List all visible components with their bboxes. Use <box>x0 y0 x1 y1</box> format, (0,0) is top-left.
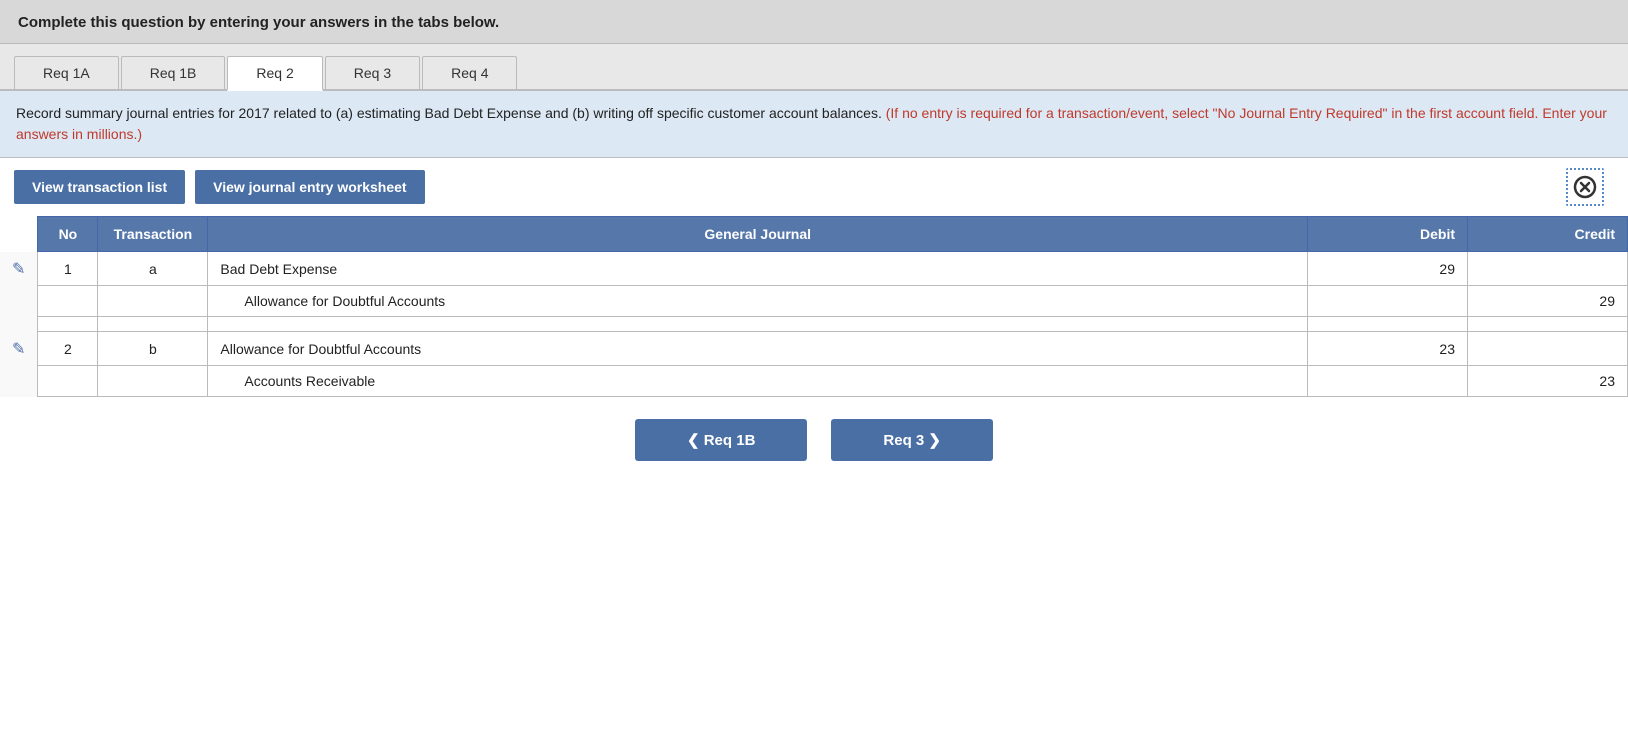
instruction-box: Record summary journal entries for 2017 … <box>0 91 1628 158</box>
row-transaction-2 <box>98 317 208 332</box>
edit-cell-1 <box>0 286 38 317</box>
edit-icon[interactable]: ✎ <box>12 259 25 279</box>
col-header-no: No <box>38 217 98 252</box>
row-general-journal-2[interactable] <box>208 317 1308 332</box>
tab-req2[interactable]: Req 2 <box>227 56 322 91</box>
row-no-4 <box>38 366 98 397</box>
row-credit-0[interactable] <box>1468 252 1628 286</box>
row-no-2 <box>38 317 98 332</box>
row-general-journal-4[interactable]: Accounts Receivable <box>208 366 1308 397</box>
edit-icon[interactable]: ✎ <box>12 339 25 359</box>
row-credit-1[interactable]: 29 <box>1468 286 1628 317</box>
row-general-journal-1[interactable]: Allowance for Doubtful Accounts <box>208 286 1308 317</box>
row-transaction-1 <box>98 286 208 317</box>
header-instruction: Complete this question by entering your … <box>18 14 1610 31</box>
row-credit-3[interactable] <box>1468 332 1628 366</box>
col-header-debit: Debit <box>1308 217 1468 252</box>
row-debit-1[interactable] <box>1308 286 1468 317</box>
view-transaction-list-button[interactable]: View transaction list <box>14 170 185 204</box>
row-no-3: 2 <box>38 332 98 366</box>
instruction-main: Record summary journal entries for 2017 … <box>16 105 882 121</box>
tab-req1a[interactable]: Req 1A <box>14 56 119 89</box>
journal-table: No Transaction General Journal Debit Cre… <box>0 216 1628 397</box>
toolbar: View transaction list View journal entry… <box>0 158 1628 216</box>
journal-table-wrapper: No Transaction General Journal Debit Cre… <box>0 216 1628 397</box>
tab-req3[interactable]: Req 3 <box>325 56 420 89</box>
edit-cell-2 <box>0 317 38 332</box>
row-no-0: 1 <box>38 252 98 286</box>
edit-cell-0[interactable]: ✎ <box>0 252 38 286</box>
row-general-journal-0[interactable]: Bad Debt Expense <box>208 252 1308 286</box>
row-no-1 <box>38 286 98 317</box>
view-journal-entry-worksheet-button[interactable]: View journal entry worksheet <box>195 170 424 204</box>
nav-buttons: ❮ Req 1B Req 3 ❯ <box>0 397 1628 483</box>
row-transaction-3: b <box>98 332 208 366</box>
edit-cell-3[interactable]: ✎ <box>0 332 38 366</box>
row-transaction-0: a <box>98 252 208 286</box>
row-general-journal-3[interactable]: Allowance for Doubtful Accounts <box>208 332 1308 366</box>
col-header-general-journal: General Journal <box>208 217 1308 252</box>
row-debit-3[interactable]: 23 <box>1308 332 1468 366</box>
row-credit-4[interactable]: 23 <box>1468 366 1628 397</box>
col-header-transaction: Transaction <box>98 217 208 252</box>
tabs-bar: Req 1A Req 1B Req 2 Req 3 Req 4 <box>0 44 1628 91</box>
edit-cell-4 <box>0 366 38 397</box>
row-debit-0[interactable]: 29 <box>1308 252 1468 286</box>
row-debit-4[interactable] <box>1308 366 1468 397</box>
next-req-button[interactable]: Req 3 ❯ <box>831 419 993 461</box>
row-transaction-4 <box>98 366 208 397</box>
row-credit-2[interactable] <box>1468 317 1628 332</box>
row-debit-2[interactable] <box>1308 317 1468 332</box>
close-button[interactable] <box>1566 168 1604 206</box>
tab-req1b[interactable]: Req 1B <box>121 56 226 89</box>
prev-req-button[interactable]: ❮ Req 1B <box>635 419 807 461</box>
col-header-credit: Credit <box>1468 217 1628 252</box>
tab-req4[interactable]: Req 4 <box>422 56 517 89</box>
header-bar: Complete this question by entering your … <box>0 0 1628 44</box>
